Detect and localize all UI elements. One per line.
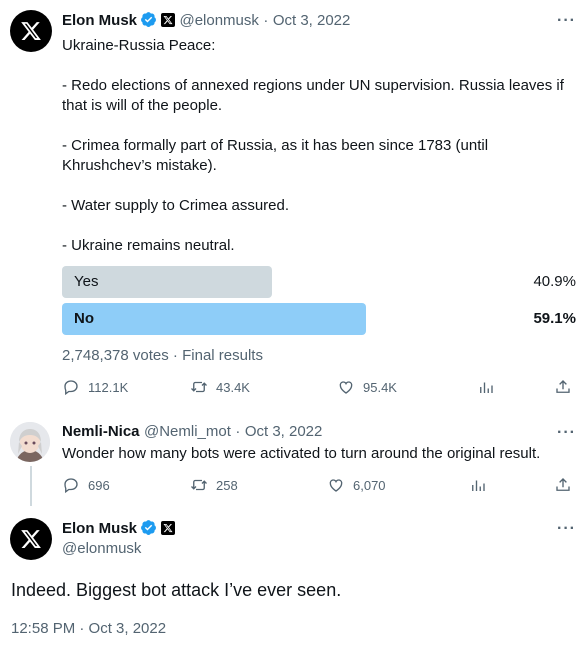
x-logo-icon — [20, 528, 42, 550]
poll-option-label: No — [74, 310, 94, 327]
x-logo-icon — [20, 20, 42, 42]
reply-header: Nemli-Nica @Nemli_mot · Oct 3, 2022 — [62, 423, 322, 441]
poll-option-percent: 59.1% — [533, 310, 576, 327]
poll-votes: 2,748,378 votes — [62, 347, 169, 364]
more-options-icon[interactable]: ··· — [557, 12, 576, 30]
tweet-timestamp[interactable]: 12:58 PM · Oct 3, 2022 — [11, 620, 166, 637]
x-affiliation-icon — [161, 13, 176, 27]
retweet-count: 43.4K — [216, 379, 250, 395]
tweet-line: that is will of the people. — [62, 97, 223, 114]
x-affiliation-icon — [161, 521, 176, 535]
more-options-icon[interactable]: ··· — [557, 520, 576, 538]
views-button[interactable] — [469, 476, 487, 494]
reply-icon — [64, 478, 78, 494]
reply-actions: 696 258 6,070 — [62, 476, 576, 498]
tweet-header: Elon Musk — [62, 519, 176, 538]
elon-avatar[interactable] — [10, 10, 52, 52]
separator-dot: · — [235, 423, 241, 440]
author-handle[interactable]: @elonmusk — [62, 540, 141, 557]
retweet-icon — [191, 381, 207, 393]
tweet-text: Indeed. Biggest bot attack I’ve ever see… — [11, 580, 342, 600]
analytics-icon — [472, 480, 485, 491]
poll-option-label: Yes — [74, 273, 99, 290]
tweet-line: - Ukraine remains neutral. — [62, 237, 235, 254]
verified-badge-icon — [140, 11, 157, 28]
tweet-date[interactable]: Oct 3, 2022 — [245, 423, 323, 440]
share-button[interactable] — [554, 476, 572, 494]
tweet-header: Elon Musk @elonmusk · Oct 3, 2022 — [62, 11, 350, 30]
reply-button[interactable]: 112.1K — [62, 378, 128, 396]
retweet-button[interactable]: 258 — [190, 476, 238, 494]
analytics-icon — [480, 382, 493, 393]
retweet-icon — [191, 479, 207, 491]
tweet-actions: 112.1K 43.4K 95.4K — [62, 378, 576, 400]
like-button[interactable]: 95.4K — [337, 378, 397, 396]
nemli-avatar[interactable] — [10, 422, 50, 462]
heart-icon — [339, 381, 353, 394]
retweet-button[interactable]: 43.4K — [190, 378, 250, 396]
reply-button[interactable]: 696 — [62, 476, 110, 494]
author-handle[interactable]: @elonmusk — [179, 12, 258, 29]
share-icon — [556, 478, 570, 491]
author-name[interactable]: Nemli-Nica — [62, 423, 140, 440]
tweet-line: - Water supply to Crimea assured. — [62, 197, 290, 214]
reply-icon — [64, 380, 78, 396]
separator-dot: · — [263, 12, 269, 29]
thread-line — [30, 466, 32, 506]
like-count: 95.4K — [363, 379, 397, 395]
reply-count: 112.1K — [88, 379, 129, 395]
reply-text: Wonder how many bots were activated to t… — [62, 445, 541, 462]
like-button[interactable]: 6,070 — [327, 476, 386, 494]
elon-avatar[interactable] — [10, 518, 52, 560]
tweet-line: Ukraine-Russia Peace: — [62, 37, 216, 54]
views-button[interactable] — [477, 378, 495, 396]
anime-avatar-icon — [10, 422, 50, 462]
poll-status: Final results — [182, 347, 263, 364]
reply-count: 696 — [88, 477, 110, 493]
retweet-count: 258 — [216, 477, 238, 493]
poll-bar-no — [62, 303, 366, 335]
author-handle[interactable]: @Nemli_mot — [144, 423, 231, 440]
tweet-date[interactable]: Oct 3, 2022 — [273, 12, 351, 29]
poll-summary: 2,748,378 votes · Final results — [62, 347, 263, 364]
like-count: 6,070 — [353, 477, 386, 493]
tweet-line: Khrushchev’s mistake). — [62, 157, 217, 174]
verified-badge-icon — [140, 519, 157, 536]
tweet-line: - Redo elections of annexed regions unde… — [62, 77, 564, 94]
poll-option-percent: 40.9% — [533, 273, 576, 290]
more-options-icon[interactable]: ··· — [557, 424, 576, 442]
author-name[interactable]: Elon Musk — [62, 12, 137, 29]
heart-icon — [329, 479, 343, 492]
author-name[interactable]: Elon Musk — [62, 520, 137, 537]
share-button[interactable] — [554, 378, 572, 396]
tweet-line: - Crimea formally part of Russia, as it … — [62, 137, 489, 154]
share-icon — [556, 380, 570, 393]
